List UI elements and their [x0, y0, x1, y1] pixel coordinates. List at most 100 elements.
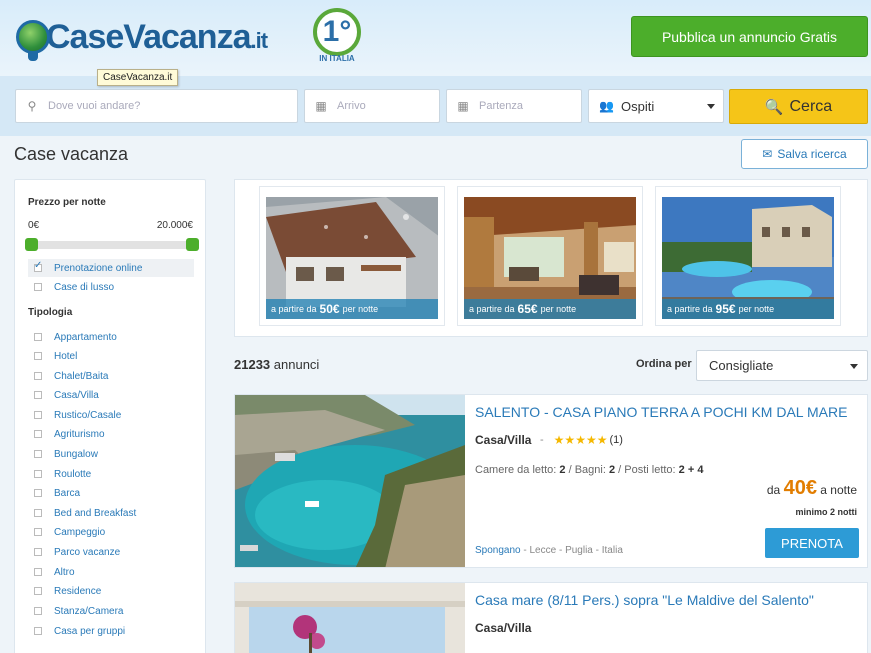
filter-type-item[interactable]: Bed and Breakfast	[28, 504, 194, 522]
book-button[interactable]: PRENOTA	[765, 528, 859, 558]
listing-details: Camere da letto: 2 / Bagni: 2 / Posti le…	[475, 464, 704, 476]
filter-label: Appartamento	[54, 331, 117, 343]
filter-type-item[interactable]: Casa/Villa	[28, 386, 194, 404]
guests-label: Ospiti	[621, 98, 655, 114]
search-button[interactable]: 🔍 Cerca	[729, 89, 868, 124]
filter-luxury[interactable]: Case di lusso	[28, 278, 194, 296]
destination-placeholder: Dove vuoi andare?	[48, 100, 141, 112]
save-search-button[interactable]: ✉ Salva ricerca	[741, 139, 868, 169]
checkin-placeholder: Arrivo	[337, 100, 366, 112]
filter-label: Altro	[54, 566, 75, 578]
filter-type-item[interactable]: Agriturismo	[28, 425, 194, 443]
featured-properties: a partire da 50€ per notte a partire da 65€…	[234, 179, 868, 337]
filter-type-item[interactable]: Rustico/Casale	[28, 406, 194, 424]
results-count: 21233 annunci	[234, 357, 320, 372]
checkbox[interactable]	[34, 391, 42, 399]
logo-text: CaseVacanza.it	[46, 17, 268, 56]
filter-online-booking[interactable]: Prenotazione online	[28, 259, 194, 277]
chevron-down-icon	[707, 104, 715, 109]
filter-label: Casa per gruppi	[54, 625, 126, 637]
checkbox[interactable]	[34, 528, 42, 536]
listing-card[interactable]: SALENTO - CASA PIANO TERRA A POCHI KM DA…	[234, 394, 868, 568]
badge-label: IN ITALIA	[319, 54, 355, 63]
checkbox[interactable]	[34, 470, 42, 478]
price-min: 0€	[28, 220, 40, 231]
filter-type-item[interactable]: Barca	[28, 484, 194, 502]
checkbox[interactable]	[34, 568, 42, 576]
listing-type: Casa/Villa	[475, 621, 532, 635]
filter-type-item[interactable]: Residence	[28, 582, 194, 600]
filter-sidebar: Prezzo per notte 0€ 20.000€ Prenotazione…	[14, 179, 206, 653]
featured-card[interactable]: a partire da 65€ per notte	[457, 186, 643, 326]
featured-price: a partire da 65€ per notte	[464, 299, 636, 319]
checkbox[interactable]	[34, 509, 42, 517]
checkbox[interactable]	[34, 450, 42, 458]
checkbox[interactable]	[34, 283, 42, 291]
filter-label: Bungalow	[54, 448, 98, 460]
filter-type-item[interactable]: Bungalow	[28, 445, 194, 463]
checkout-input[interactable]: ▦ Partenza	[446, 89, 582, 123]
price-filter-title: Prezzo per notte	[28, 197, 106, 208]
chevron-down-icon	[850, 364, 858, 369]
listing-image[interactable]	[235, 395, 465, 567]
filter-label: Roulotte	[54, 468, 92, 480]
price-slider-min-handle[interactable]	[25, 238, 38, 251]
price-slider[interactable]	[25, 238, 199, 251]
filter-type-item[interactable]: Casa per gruppi	[28, 622, 194, 640]
listing-rating: - ★★★★★ (1)	[540, 433, 623, 447]
review-count: (1)	[609, 434, 623, 446]
calendar-icon: ▦	[315, 99, 327, 113]
checkbox[interactable]	[34, 627, 42, 635]
checkbox[interactable]	[34, 333, 42, 341]
filter-type-item[interactable]: Chalet/Baita	[28, 367, 194, 385]
order-label: Ordina per	[636, 358, 692, 370]
filter-label: Stanza/Camera	[54, 605, 124, 617]
filter-type-item[interactable]: Parco vacanze	[28, 543, 194, 561]
site-logo[interactable]: CaseVacanza.it	[16, 12, 268, 62]
guests-select[interactable]: 👥 Ospiti	[588, 89, 724, 123]
globe-icon	[16, 20, 50, 61]
order-select[interactable]: Consigliate	[696, 350, 868, 381]
featured-image: a partire da 95€ per notte	[662, 197, 834, 319]
location-city-link[interactable]: Spongano	[475, 545, 521, 556]
calendar-icon: ▦	[457, 99, 469, 113]
listing-card[interactable]: Casa mare (8/11 Pers.) sopra "Le Maldive…	[234, 582, 868, 653]
star-icon: ★★★★★	[553, 433, 608, 447]
listing-image[interactable]	[235, 583, 465, 653]
filter-type-item[interactable]: Altro	[28, 563, 194, 581]
checkbox[interactable]	[34, 372, 42, 380]
destination-input[interactable]: ⚲ Dove vuoi andare?	[15, 89, 298, 123]
checkbox[interactable]	[34, 411, 42, 419]
filter-label: Hotel	[54, 350, 78, 362]
listing-type: Casa/Villa	[475, 433, 532, 447]
save-search-label: Salva ricerca	[777, 147, 847, 161]
checkbox[interactable]	[34, 607, 42, 615]
filter-label: Residence	[54, 585, 102, 597]
filter-label: Agriturismo	[54, 428, 105, 440]
checkbox[interactable]	[34, 489, 42, 497]
price-slider-max-handle[interactable]	[186, 238, 199, 251]
featured-card[interactable]: a partire da 50€ per notte	[259, 186, 445, 326]
checkbox[interactable]	[34, 548, 42, 556]
filter-type-item[interactable]: Stanza/Camera	[28, 602, 194, 620]
checkbox[interactable]	[34, 352, 42, 360]
listing-title[interactable]: Casa mare (8/11 Pers.) sopra "Le Maldive…	[475, 592, 814, 608]
price-max: 20.000€	[156, 220, 193, 231]
featured-card[interactable]: a partire da 95€ per notte	[655, 186, 841, 326]
checkbox[interactable]	[34, 430, 42, 438]
checkbox[interactable]	[34, 260, 42, 272]
featured-image: a partire da 65€ per notte	[464, 197, 636, 319]
filter-type-item[interactable]: Roulotte	[28, 465, 194, 483]
listing-title[interactable]: SALENTO - CASA PIANO TERRA A POCHI KM DA…	[475, 404, 847, 420]
filter-type-item[interactable]: Appartamento	[28, 328, 194, 346]
filter-label: Casa/Villa	[54, 389, 99, 401]
featured-price: a partire da 95€ per notte	[662, 299, 834, 319]
filter-label: Chalet/Baita	[54, 370, 109, 382]
checkin-input[interactable]: ▦ Arrivo	[304, 89, 440, 123]
checkbox[interactable]	[34, 587, 42, 595]
publish-listing-button[interactable]: Pubblica un annuncio Gratis	[631, 16, 868, 57]
filter-type-item[interactable]: Hotel	[28, 347, 194, 365]
search-icon: 🔍	[764, 98, 784, 116]
filter-type-item[interactable]: Campeggio	[28, 523, 194, 541]
listing-price: da 40€ a notte	[766, 477, 857, 499]
